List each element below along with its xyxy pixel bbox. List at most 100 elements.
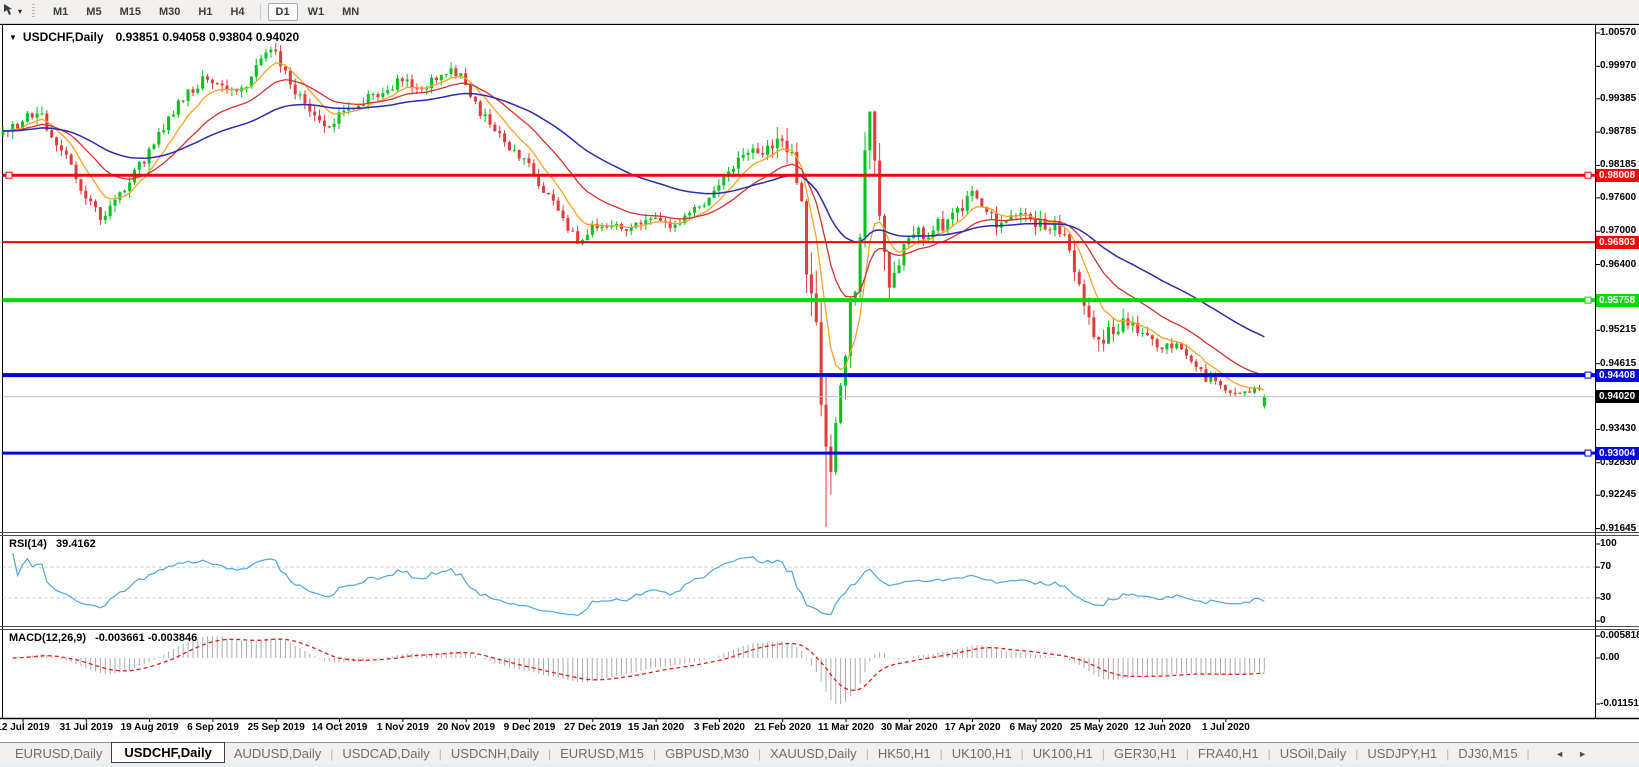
candle-body (770, 145, 774, 149)
candle-body (990, 212, 994, 214)
candle-body (907, 237, 911, 245)
timeframe-button-d1[interactable]: D1 (267, 2, 298, 21)
macd-scale-0.005818: 0.005818 (1600, 630, 1639, 641)
candle-body (732, 168, 735, 172)
candle-body (103, 215, 107, 220)
candle-body (162, 130, 166, 133)
macd-scale--0.011514: -0.011514 (1600, 698, 1639, 709)
chart-tab-gbpusd-m30[interactable]: GBPUSD,M30 (656, 743, 758, 764)
date-label-16: 6 May 2020 (1009, 722, 1063, 733)
price-line-label-0.96803: 0.96803 (1596, 235, 1639, 249)
candle-body (395, 78, 399, 90)
line-handle-left-0.98008[interactable] (5, 171, 13, 179)
candle-body (522, 158, 526, 160)
timeframe-button-w1[interactable]: W1 (300, 3, 333, 21)
timeframe-button-m30[interactable]: M30 (151, 3, 188, 21)
chart-tab-eurusd-m15[interactable]: EURUSD,M15 (551, 743, 653, 764)
chart-tab-usdjpy-h1[interactable]: USDJPY,H1 (1358, 743, 1446, 764)
chart-collapse-caret-icon[interactable]: ▼ (9, 33, 17, 42)
toolbar-drag-handle[interactable] (32, 4, 36, 19)
price-line-label-0.98008: 0.98008 (1596, 168, 1639, 182)
chart-tab-fra40-h1[interactable]: FRA40,H1 (1189, 743, 1268, 764)
candle-body (863, 150, 867, 238)
timeframe-button-mn[interactable]: MN (334, 3, 367, 21)
timeframe-button-m5[interactable]: M5 (78, 3, 109, 21)
tool-dropdown-caret-icon[interactable]: ▾ (18, 7, 22, 16)
candle-body (897, 265, 901, 273)
chart-tab-usdcad-daily[interactable]: USDCAD,Daily (333, 743, 438, 764)
macd-signal-line (12, 638, 1265, 692)
candle-body (16, 124, 20, 129)
date-label-17: 25 May 2020 (1070, 722, 1129, 733)
candle-body (381, 93, 385, 98)
chart-tab-usdchf-daily[interactable]: USDCHF,Daily (111, 742, 225, 763)
candle-body (1131, 322, 1135, 326)
candle-body (376, 93, 380, 98)
candle-body (658, 218, 662, 221)
date-label-0: 12 Jul 2019 (0, 722, 50, 733)
timeframe-button-m1[interactable]: M1 (45, 3, 76, 21)
chart-tab-eurusd-daily[interactable]: EURUSD,Daily (6, 743, 111, 764)
candle-body (79, 179, 83, 191)
timeframe-button-m15[interactable]: M15 (112, 3, 149, 21)
date-label-2: 19 Aug 2019 (120, 722, 179, 733)
candle-body (1233, 392, 1237, 394)
candle-body (157, 132, 161, 145)
line-handle-right-0.95758[interactable] (1584, 296, 1592, 304)
candle-body (288, 70, 292, 85)
candle-body (590, 223, 594, 235)
candle-body (400, 78, 404, 82)
candle-body (960, 208, 964, 211)
candle-body (25, 113, 29, 122)
candle-body (566, 218, 570, 231)
candle-body (702, 205, 706, 207)
candle-body (191, 89, 195, 93)
candle-body (313, 111, 317, 116)
chart-tab-audusd-daily[interactable]: AUDUSD,Daily (225, 743, 330, 764)
candle-body (259, 58, 263, 66)
candle-body (454, 68, 458, 77)
candle-body (1248, 391, 1252, 393)
tab-scroll-left-icon[interactable]: ◄ (1555, 749, 1564, 759)
tab-scroll-right-icon[interactable]: ► (1578, 749, 1587, 759)
chart-tab-usoil-daily[interactable]: USOil,Daily (1271, 743, 1355, 764)
candle-body (269, 49, 273, 53)
price-line-label-0.93004: 0.93004 (1596, 446, 1639, 460)
chart-tab-ger30-h1[interactable]: GER30,H1 (1105, 743, 1186, 764)
candle-body (800, 183, 804, 202)
timeframe-button-h4[interactable]: H4 (222, 3, 252, 21)
chart-tab-usdcnh-daily[interactable]: USDCNH,Daily (442, 743, 548, 764)
tab-separator: | (1526, 746, 1530, 761)
timeframe-button-h1[interactable]: H1 (190, 3, 220, 21)
candle-body (970, 190, 974, 196)
line-handle-right-0.94408[interactable] (1584, 371, 1592, 379)
candle-body (410, 79, 414, 89)
candle-body (498, 131, 502, 134)
candle-body (1175, 343, 1179, 349)
candle-body (844, 356, 848, 386)
chart-tab-xauusd-daily[interactable]: XAUUSD,Daily (761, 743, 866, 764)
candle-body (819, 322, 823, 405)
line-handle-right-0.98008[interactable] (1584, 171, 1592, 179)
candle-body (751, 148, 755, 153)
chart-tool-group[interactable]: ▾ (2, 3, 22, 21)
candle-body (1145, 333, 1149, 336)
chart-tab-uk100-h1[interactable]: UK100,H1 (1024, 743, 1102, 764)
rsi-value: 39.4162 (55, 538, 96, 550)
rsi-line (12, 552, 1265, 617)
line-handle-right-0.93004[interactable] (1584, 449, 1592, 457)
chart-tab-dj30-m15[interactable]: DJ30,M15 (1449, 743, 1526, 764)
candle-body (585, 234, 589, 241)
candle-body (707, 197, 711, 206)
candle-body (887, 252, 891, 288)
rsi-indicator-label: RSI(14) 39.4162 (9, 538, 102, 550)
chart-tab-hk50-h1[interactable]: HK50,H1 (869, 743, 940, 764)
price-tick-0.98785: 0.98785 (1600, 126, 1637, 138)
candle-body (868, 111, 872, 151)
chart-tab-uk100-h1[interactable]: UK100,H1 (943, 743, 1021, 764)
crosshair-tool-icon[interactable] (2, 3, 15, 21)
candle-body (512, 149, 516, 151)
price-tick-0.99385: 0.99385 (1600, 92, 1637, 104)
date-label-6: 1 Nov 2019 (376, 722, 429, 733)
candle-body (1141, 333, 1145, 335)
